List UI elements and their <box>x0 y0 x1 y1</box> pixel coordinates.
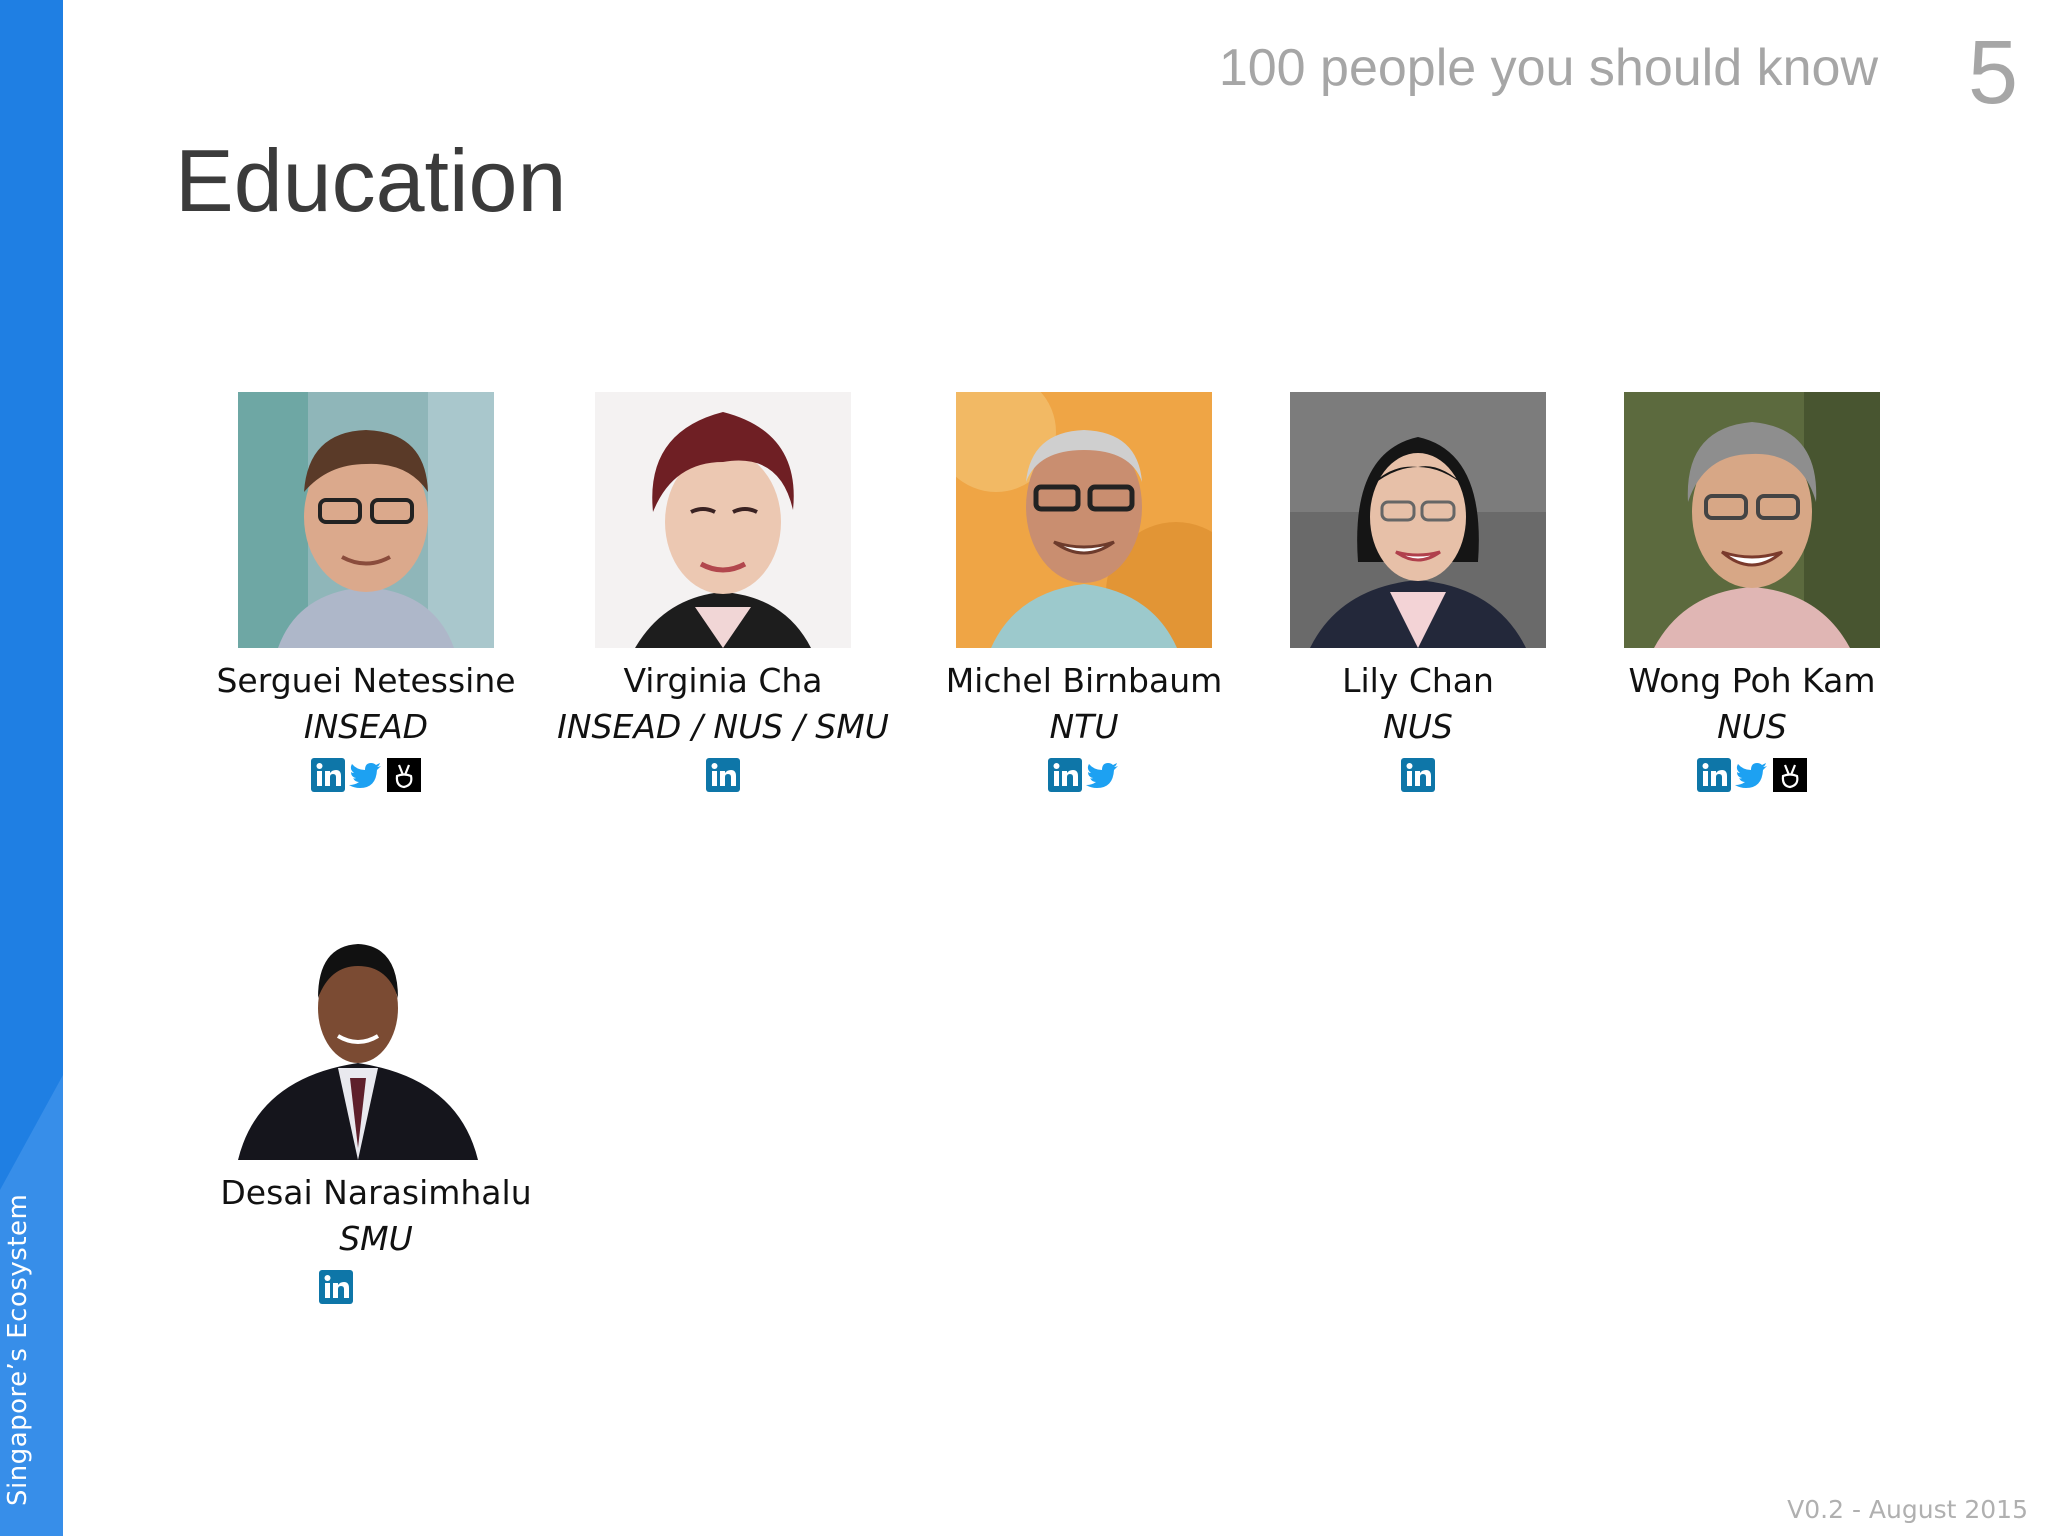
sidebar: Singapore’s Ecosystem <box>0 0 63 1536</box>
person-org: SMU <box>339 1219 413 1258</box>
person-org: INSEAD <box>303 707 429 746</box>
person-photo <box>1624 392 1880 648</box>
person-name: Michel Birnbaum <box>945 661 1223 700</box>
person-name: Lily Chan <box>1342 661 1494 700</box>
social-links <box>196 758 536 792</box>
twitter-icon[interactable] <box>1735 758 1769 792</box>
angellist-icon[interactable] <box>387 758 421 792</box>
person-photo <box>238 928 478 1160</box>
social-links <box>914 758 1254 792</box>
person-photo <box>956 392 1212 648</box>
deck-title: 100 people you should know <box>1218 39 1878 97</box>
linkedin-icon[interactable] <box>706 758 740 792</box>
social-links <box>206 1270 546 1304</box>
person-name: Virginia Cha <box>623 661 823 700</box>
person-photo <box>1290 392 1546 648</box>
person-card: Serguei Netessine INSEAD <box>196 392 536 792</box>
linkedin-icon[interactable] <box>1401 758 1435 792</box>
slide-title: Education <box>175 131 567 230</box>
linkedin-icon[interactable] <box>1048 758 1082 792</box>
social-links <box>1582 758 1922 792</box>
person-photo <box>238 392 494 648</box>
social-links <box>553 758 893 792</box>
person-photo <box>595 392 851 648</box>
person-org: INSEAD / NUS / SMU <box>557 707 889 746</box>
person-org: NUS <box>1383 707 1453 746</box>
person-card: Lily Chan NUS <box>1248 392 1588 792</box>
version-footer: V0.2 - August 2015 <box>1787 1495 2028 1524</box>
person-name: Wong Poh Kam <box>1628 661 1876 700</box>
person-card: Wong Poh Kam NUS <box>1582 392 1922 792</box>
sidebar-label: Singapore’s Ecosystem <box>3 1193 33 1506</box>
person-card: Desai Narasimhalu SMU <box>206 928 546 1304</box>
linkedin-icon[interactable] <box>319 1270 353 1304</box>
person-card: Virginia Cha INSEAD / NUS / SMU <box>553 392 893 792</box>
twitter-icon[interactable] <box>349 758 383 792</box>
twitter-icon[interactable] <box>1086 758 1120 792</box>
linkedin-icon[interactable] <box>1697 758 1731 792</box>
person-org: NTU <box>1049 707 1119 746</box>
person-name: Desai Narasimhalu <box>220 1173 532 1212</box>
page-number: 5 <box>1967 23 2018 123</box>
angellist-icon[interactable] <box>1773 758 1807 792</box>
person-org: NUS <box>1717 707 1787 746</box>
person-name: Serguei Netessine <box>216 661 516 700</box>
social-links <box>1248 758 1588 792</box>
person-card: Michel Birnbaum NTU <box>914 392 1254 792</box>
linkedin-icon[interactable] <box>311 758 345 792</box>
